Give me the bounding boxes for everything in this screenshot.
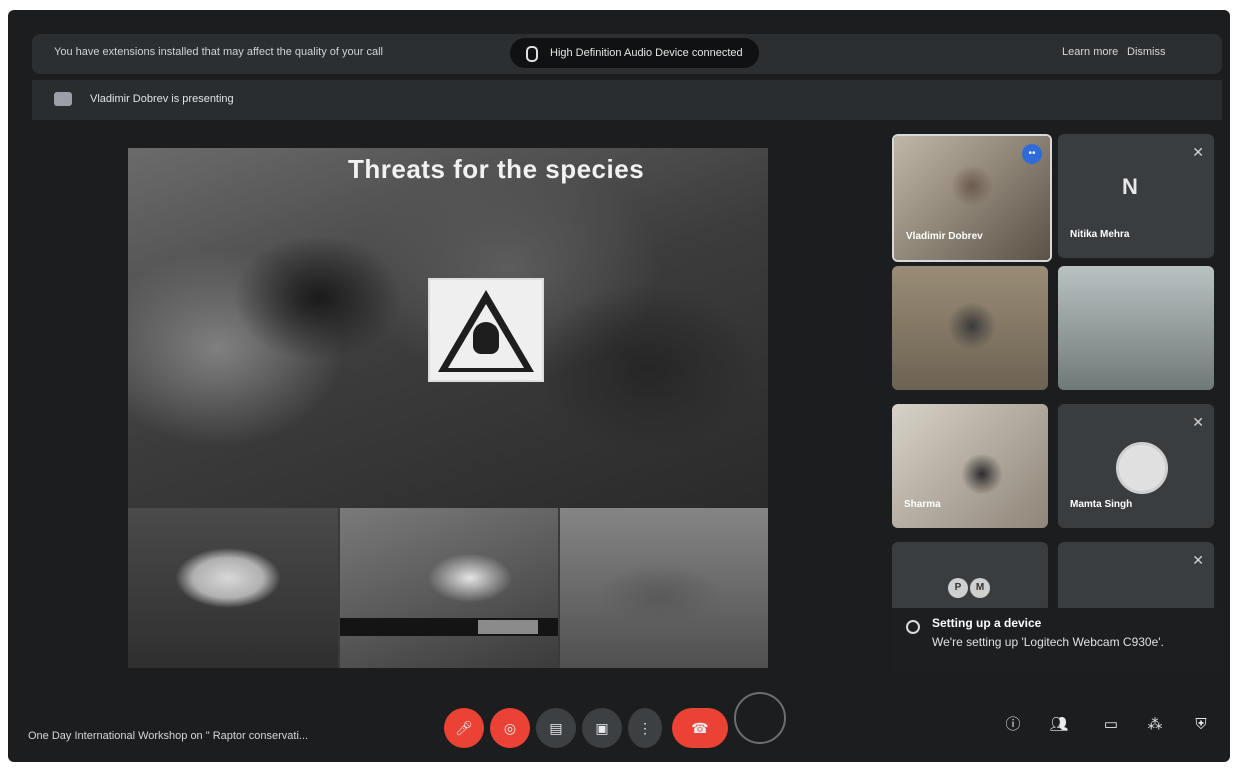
participant-video xyxy=(1058,266,1214,390)
audio-device-text: High Definition Audio Device connected xyxy=(550,47,743,59)
participant-name: Mamta Singh xyxy=(1070,499,1133,510)
device-setup-toast: Setting up a device We're setting up 'Lo… xyxy=(892,608,1222,674)
participant-tile[interactable]: •• Vladimir Dobrev xyxy=(892,134,1052,262)
audio-device-toast: High Definition Audio Device connected xyxy=(510,38,759,68)
avatar: M xyxy=(970,578,990,598)
presentation-stage: Threats for the species xyxy=(128,148,768,668)
people-icon[interactable]: 👥︎ xyxy=(1044,710,1074,740)
slide-photo-2 xyxy=(340,508,558,668)
toast-body: We're setting up 'Logitech Webcam C930e'… xyxy=(932,635,1164,649)
extension-notice-bar: You have extensions installed that may a… xyxy=(32,34,1222,74)
presenting-bar: Vladimir Dobrev is presenting xyxy=(32,80,1222,120)
participant-initial: N xyxy=(1122,174,1138,199)
skull-icon xyxy=(473,322,499,354)
mic-off-button[interactable]: 🎤︎ xyxy=(444,708,484,748)
participant-name: Vladimir Dobrev xyxy=(906,231,983,242)
avatar xyxy=(1116,442,1168,494)
participant-video xyxy=(892,266,1048,390)
captions-button[interactable]: ▤ xyxy=(536,708,576,748)
participant-name: Nitika Mehra xyxy=(1070,229,1130,240)
poison-warning-sign xyxy=(428,278,544,382)
meeting-title: One Day International Workshop on " Rapt… xyxy=(28,730,309,742)
info-icon[interactable]: ⓘ xyxy=(998,710,1028,740)
notice-text: You have extensions installed that may a… xyxy=(54,46,383,58)
mic-off-icon: ✕ xyxy=(1192,414,1204,430)
mic-icon xyxy=(526,46,538,62)
dismiss-button[interactable]: Dismiss xyxy=(1127,46,1166,58)
chat-icon[interactable]: ▭ xyxy=(1096,710,1126,740)
slide-photo-3 xyxy=(560,508,768,668)
present-button[interactable]: ▣ xyxy=(582,708,622,748)
toast-title: Setting up a device xyxy=(932,616,1042,630)
activity-ring xyxy=(734,692,786,744)
loading-icon xyxy=(906,620,920,634)
participant-tile[interactable]: ✕ N Nitika Mehra xyxy=(1058,134,1214,258)
avatar: P xyxy=(948,578,968,598)
slide-title: Threats for the species xyxy=(348,154,645,184)
activities-icon[interactable]: ⁂ xyxy=(1140,710,1170,740)
participant-tile[interactable]: ✕ xyxy=(1058,542,1214,612)
participant-tile[interactable]: ✕ Mamta Singh xyxy=(1058,404,1214,528)
participant-tile-group[interactable]: P M xyxy=(892,542,1048,612)
leave-call-button[interactable]: ☎ xyxy=(672,708,728,748)
slide-photo-1 xyxy=(128,508,338,668)
mic-off-icon: ✕ xyxy=(1192,144,1204,160)
participant-tile[interactable] xyxy=(1058,266,1214,390)
learn-more-link[interactable]: Learn more xyxy=(1062,46,1118,58)
participant-tile[interactable] xyxy=(892,266,1048,390)
meet-window: You have extensions installed that may a… xyxy=(8,10,1230,762)
participant-name: Sharma xyxy=(904,499,941,510)
presenting-text: Vladimir Dobrev is presenting xyxy=(90,93,234,105)
participant-tile[interactable]: Sharma xyxy=(892,404,1048,528)
speaking-indicator-icon: •• xyxy=(1022,144,1042,164)
host-controls-icon[interactable]: ⛨ xyxy=(1186,710,1216,740)
camera-off-button[interactable]: ◎ xyxy=(490,708,530,748)
caption-button xyxy=(478,620,538,634)
slide-caption-bar xyxy=(340,618,558,636)
mic-off-icon: ✕ xyxy=(1192,552,1204,568)
more-options-button[interactable]: ⋮ xyxy=(628,708,662,748)
present-screen-icon xyxy=(54,92,72,106)
